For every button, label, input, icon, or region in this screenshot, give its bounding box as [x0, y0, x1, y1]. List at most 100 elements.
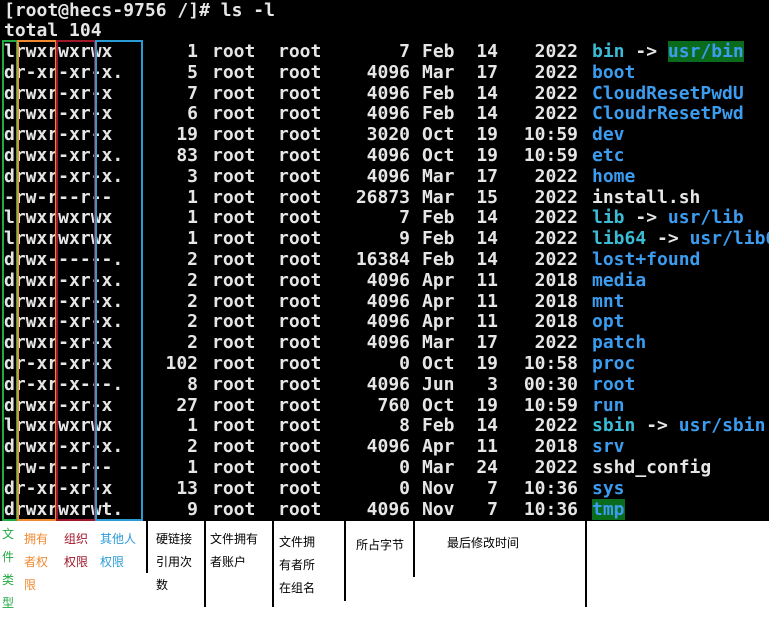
label-owner-group: 文件拥 有者所 在组名 [279, 535, 316, 595]
mod-month: Feb [422, 41, 455, 62]
owner-name: root [212, 103, 256, 125]
file-size: 0 [399, 477, 410, 499]
owner-name: root [212, 373, 256, 395]
permission-string: -rw-r--r-- [4, 186, 113, 208]
mod-day: 14 [476, 249, 498, 270]
group-name: root [278, 124, 322, 146]
permission-string: dr-xr-xr-x [4, 353, 113, 374]
mod-day: 19 [476, 145, 498, 166]
mod-time: 2018 [534, 311, 578, 333]
permission-string: drwxr-xr-x. [4, 436, 124, 458]
hard-link-count: 8 [187, 373, 198, 395]
entry-name[interactable]: srv [592, 436, 625, 457]
mod-month: Oct [422, 353, 455, 374]
listing-row: dr-xr-x---. 8 root root 4096 Jun 3 00:30 root [0, 374, 769, 395]
hard-link-count: 2 [187, 269, 198, 291]
listing-row: drwxr-xr-x. 3 root root 4096 Mar 17 2022 home [0, 166, 769, 187]
mod-month: Feb [422, 82, 455, 104]
entry-name[interactable]: lib64 -> usr/lib64 [592, 228, 769, 249]
entry-name-text: bin [592, 41, 625, 62]
mod-day: 14 [476, 207, 498, 229]
entry-name[interactable]: bin -> usr/bin [592, 41, 744, 62]
mod-time: 10:58 [523, 353, 578, 374]
mod-month: Feb [422, 415, 455, 437]
group-name: root [278, 498, 322, 520]
listing-row: drwxr-xr-x 19 root root 3020 Oct 19 10:59 dev [0, 124, 769, 145]
entry-name-text: lost+found [592, 249, 701, 270]
owner-name: root [212, 228, 256, 250]
entry-name-text: patch [592, 332, 647, 354]
entry-name[interactable]: dev [592, 124, 625, 145]
mod-time: 2022 [534, 332, 578, 354]
entry-name-text: boot [592, 61, 636, 83]
hard-link-count: 5 [187, 61, 198, 83]
permission-string: lrwxrwxrwx [4, 415, 113, 437]
entry-name[interactable]: CloudResetPwdU [592, 83, 744, 104]
file-size: 0 [399, 353, 410, 374]
hard-link-count: 1 [187, 415, 198, 437]
hard-link-count: 7 [187, 82, 198, 104]
mod-time: 2022 [534, 228, 578, 250]
entry-name-text: sbin [592, 415, 636, 437]
entry-name-text: tmp [592, 498, 625, 520]
annotation-legend: 文件类型 拥有 者权限 组织 权限 其他人 权限 硬链接 引用次数 文件拥有 者账户 文件… [0, 521, 769, 633]
entry-name[interactable]: proc [592, 353, 635, 374]
mod-time: 00:30 [523, 373, 578, 395]
permission-string: drwxr-xr-x [4, 82, 113, 104]
group-name: root [278, 145, 322, 166]
file-size: 4096 [366, 311, 410, 333]
entry-name[interactable]: sshd_config [592, 457, 711, 478]
listing-row: drwxr-xr-x. 2 root root 4096 Apr 11 2018 mnt [0, 291, 769, 312]
mod-day: 14 [476, 415, 498, 437]
owner-name: root [212, 415, 256, 437]
mod-month: Apr [422, 290, 455, 312]
entry-name[interactable]: run [592, 395, 625, 416]
group-name: root [278, 103, 322, 125]
entry-name[interactable]: etc [592, 145, 625, 166]
group-name: root [278, 61, 322, 83]
owner-name: root [212, 394, 256, 416]
hard-link-count: 2 [187, 290, 198, 312]
terminal-window[interactable]: [root@hecs-9756 /]# ls -l total 104 lrwx… [0, 0, 769, 521]
listing-row: drwxr-xr-x 27 root root 760 Oct 19 10:59 run [0, 395, 769, 416]
mod-month: Apr [422, 311, 455, 333]
entry-name[interactable]: lib -> usr/lib [592, 207, 744, 228]
mod-day: 19 [476, 353, 498, 374]
file-size: 4096 [366, 145, 410, 166]
entry-name[interactable]: media [592, 270, 646, 291]
mod-time: 2022 [534, 165, 578, 187]
entry-name[interactable]: tmp [592, 498, 625, 520]
entry-name[interactable]: patch [592, 332, 646, 353]
group-name: root [278, 165, 322, 187]
mod-day: 17 [476, 165, 498, 187]
entry-name[interactable]: root [592, 374, 635, 395]
owner-name: root [212, 249, 256, 270]
entry-name[interactable]: mnt [592, 291, 625, 312]
mod-month: Oct [422, 145, 455, 166]
file-size: 4096 [366, 269, 410, 291]
entry-name[interactable]: sys [592, 478, 625, 499]
entry-name[interactable]: opt [592, 311, 625, 332]
separator [272, 521, 274, 607]
separator [585, 521, 587, 607]
mod-time: 10:59 [523, 145, 578, 166]
mod-month: Feb [422, 249, 455, 270]
mod-time: 10:59 [523, 124, 578, 146]
separator [413, 521, 415, 577]
entry-name[interactable]: boot [592, 62, 635, 83]
entry-name[interactable]: install.sh [592, 187, 700, 208]
entry-name[interactable]: CloudrResetPwd [592, 103, 744, 124]
file-size: 4096 [366, 61, 410, 83]
entry-name[interactable]: sbin -> usr/sbin [592, 415, 765, 436]
permission-string: drwxr-xr-x. [4, 145, 124, 166]
link-arrow: -> [635, 207, 658, 229]
entry-name-text: lib [592, 207, 625, 229]
group-name: root [278, 290, 322, 312]
hard-link-count: 13 [176, 477, 198, 499]
file-size: 4096 [366, 332, 410, 354]
entry-name[interactable]: lost+found [592, 249, 700, 270]
separator [344, 521, 346, 601]
hard-link-count: 1 [187, 186, 198, 208]
mod-time: 2022 [534, 61, 578, 83]
entry-name[interactable]: home [592, 166, 635, 187]
